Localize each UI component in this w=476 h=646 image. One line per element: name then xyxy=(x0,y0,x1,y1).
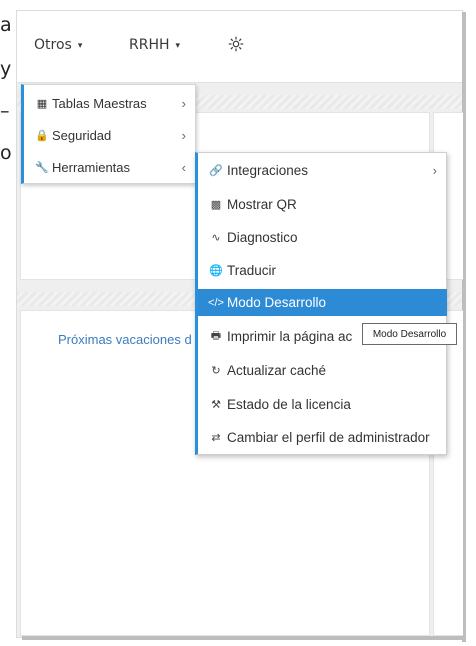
nav-rrhh[interactable]: RRHH ▾ xyxy=(129,37,180,53)
menu-item-actualizar-cache[interactable]: ↻ Actualizar caché xyxy=(198,357,447,384)
left-fragment: a xyxy=(0,14,12,36)
gavel-icon: ⚒ xyxy=(211,399,221,411)
menu-item-herramientas[interactable]: 🔧 Herramientas ‹ xyxy=(34,157,194,177)
left-fragment: o xyxy=(0,142,12,164)
menu-item-label: Cambiar el perfil de administrador xyxy=(227,430,430,445)
menu-item-label: Estado de la licencia xyxy=(227,397,351,412)
nav-otros[interactable]: Otros ▾ xyxy=(34,37,82,53)
exchange-icon: ⇄ xyxy=(211,432,221,444)
menu-item-label: Tablas Maestras xyxy=(52,95,147,111)
top-navbar: Otros ▾ RRHH ▾ xyxy=(17,11,462,83)
gear-icon[interactable] xyxy=(227,35,245,53)
menu-item-tablas-maestras[interactable]: ▦ Tablas Maestras › xyxy=(34,93,194,113)
menu-item-label: Actualizar caché xyxy=(227,363,327,378)
heartbeat-icon: ∿ xyxy=(211,232,221,244)
caret-down-icon: ▾ xyxy=(175,41,181,51)
chevron-right-icon: › xyxy=(432,163,437,178)
otros-dropdown-menu: ▦ Tablas Maestras › 🔒 Seguridad › 🔧 Herr… xyxy=(21,84,196,184)
menu-item-diagnostico[interactable]: ∿ Diagnostico xyxy=(198,224,447,251)
menu-item-label: Traducir xyxy=(227,263,277,278)
menu-item-seguridad[interactable]: 🔒 Seguridad › xyxy=(34,125,194,145)
menu-item-label: Imprimir la página ac xyxy=(227,329,353,344)
proximas-vacaciones-link[interactable]: Próximas vacaciones d xyxy=(58,332,192,347)
menu-item-label: Integraciones xyxy=(227,163,309,178)
window-shadow-bottom xyxy=(22,636,466,640)
menu-item-label: Herramientas xyxy=(52,159,131,175)
menu-item-label: Diagnostico xyxy=(227,230,298,245)
print-icon: 🖶 xyxy=(210,330,222,342)
code-icon: </> xyxy=(208,296,224,309)
nav-otros-label: Otros xyxy=(34,37,72,53)
menu-item-traducir[interactable]: 🌐 Traducir xyxy=(198,257,447,284)
caret-down-icon: ▾ xyxy=(77,41,83,51)
chevron-right-icon: › xyxy=(181,95,186,111)
menu-item-mostrar-qr[interactable]: ▩ Mostrar QR xyxy=(198,191,447,218)
chevron-left-icon: ‹ xyxy=(181,159,186,175)
left-fragment: – xyxy=(0,100,10,122)
lock-icon: 🔒 xyxy=(35,129,49,142)
qrcode-icon: ▩ xyxy=(210,199,222,211)
chevron-right-icon: › xyxy=(181,127,186,143)
refresh-icon: ↻ xyxy=(211,365,221,377)
menu-item-label: Seguridad xyxy=(52,127,112,143)
menu-item-modo-desarrollo[interactable]: </> Modo Desarrollo xyxy=(198,289,447,316)
link-icon: 🔗 xyxy=(209,165,223,177)
menu-item-cambiar-perfil[interactable]: ⇄ Cambiar el perfil de administrador xyxy=(198,424,447,451)
nav-rrhh-label: RRHH xyxy=(129,37,170,53)
herramientas-submenu: 🔗 Integraciones › ▩ Mostrar QR ∿ Diagnos… xyxy=(195,152,447,455)
menu-item-label: Modo Desarrollo xyxy=(227,295,327,310)
menu-item-estado-licencia[interactable]: ⚒ Estado de la licencia xyxy=(198,391,447,418)
menu-item-integraciones[interactable]: 🔗 Integraciones › xyxy=(198,157,447,184)
wrench-icon: 🔧 xyxy=(35,161,49,174)
table-icon: ▦ xyxy=(36,97,48,110)
menu-item-label: Mostrar QR xyxy=(227,197,297,212)
left-fragment: y xyxy=(0,58,12,80)
tooltip: Modo Desarrollo xyxy=(362,323,457,345)
globe-icon: 🌐 xyxy=(209,265,223,277)
